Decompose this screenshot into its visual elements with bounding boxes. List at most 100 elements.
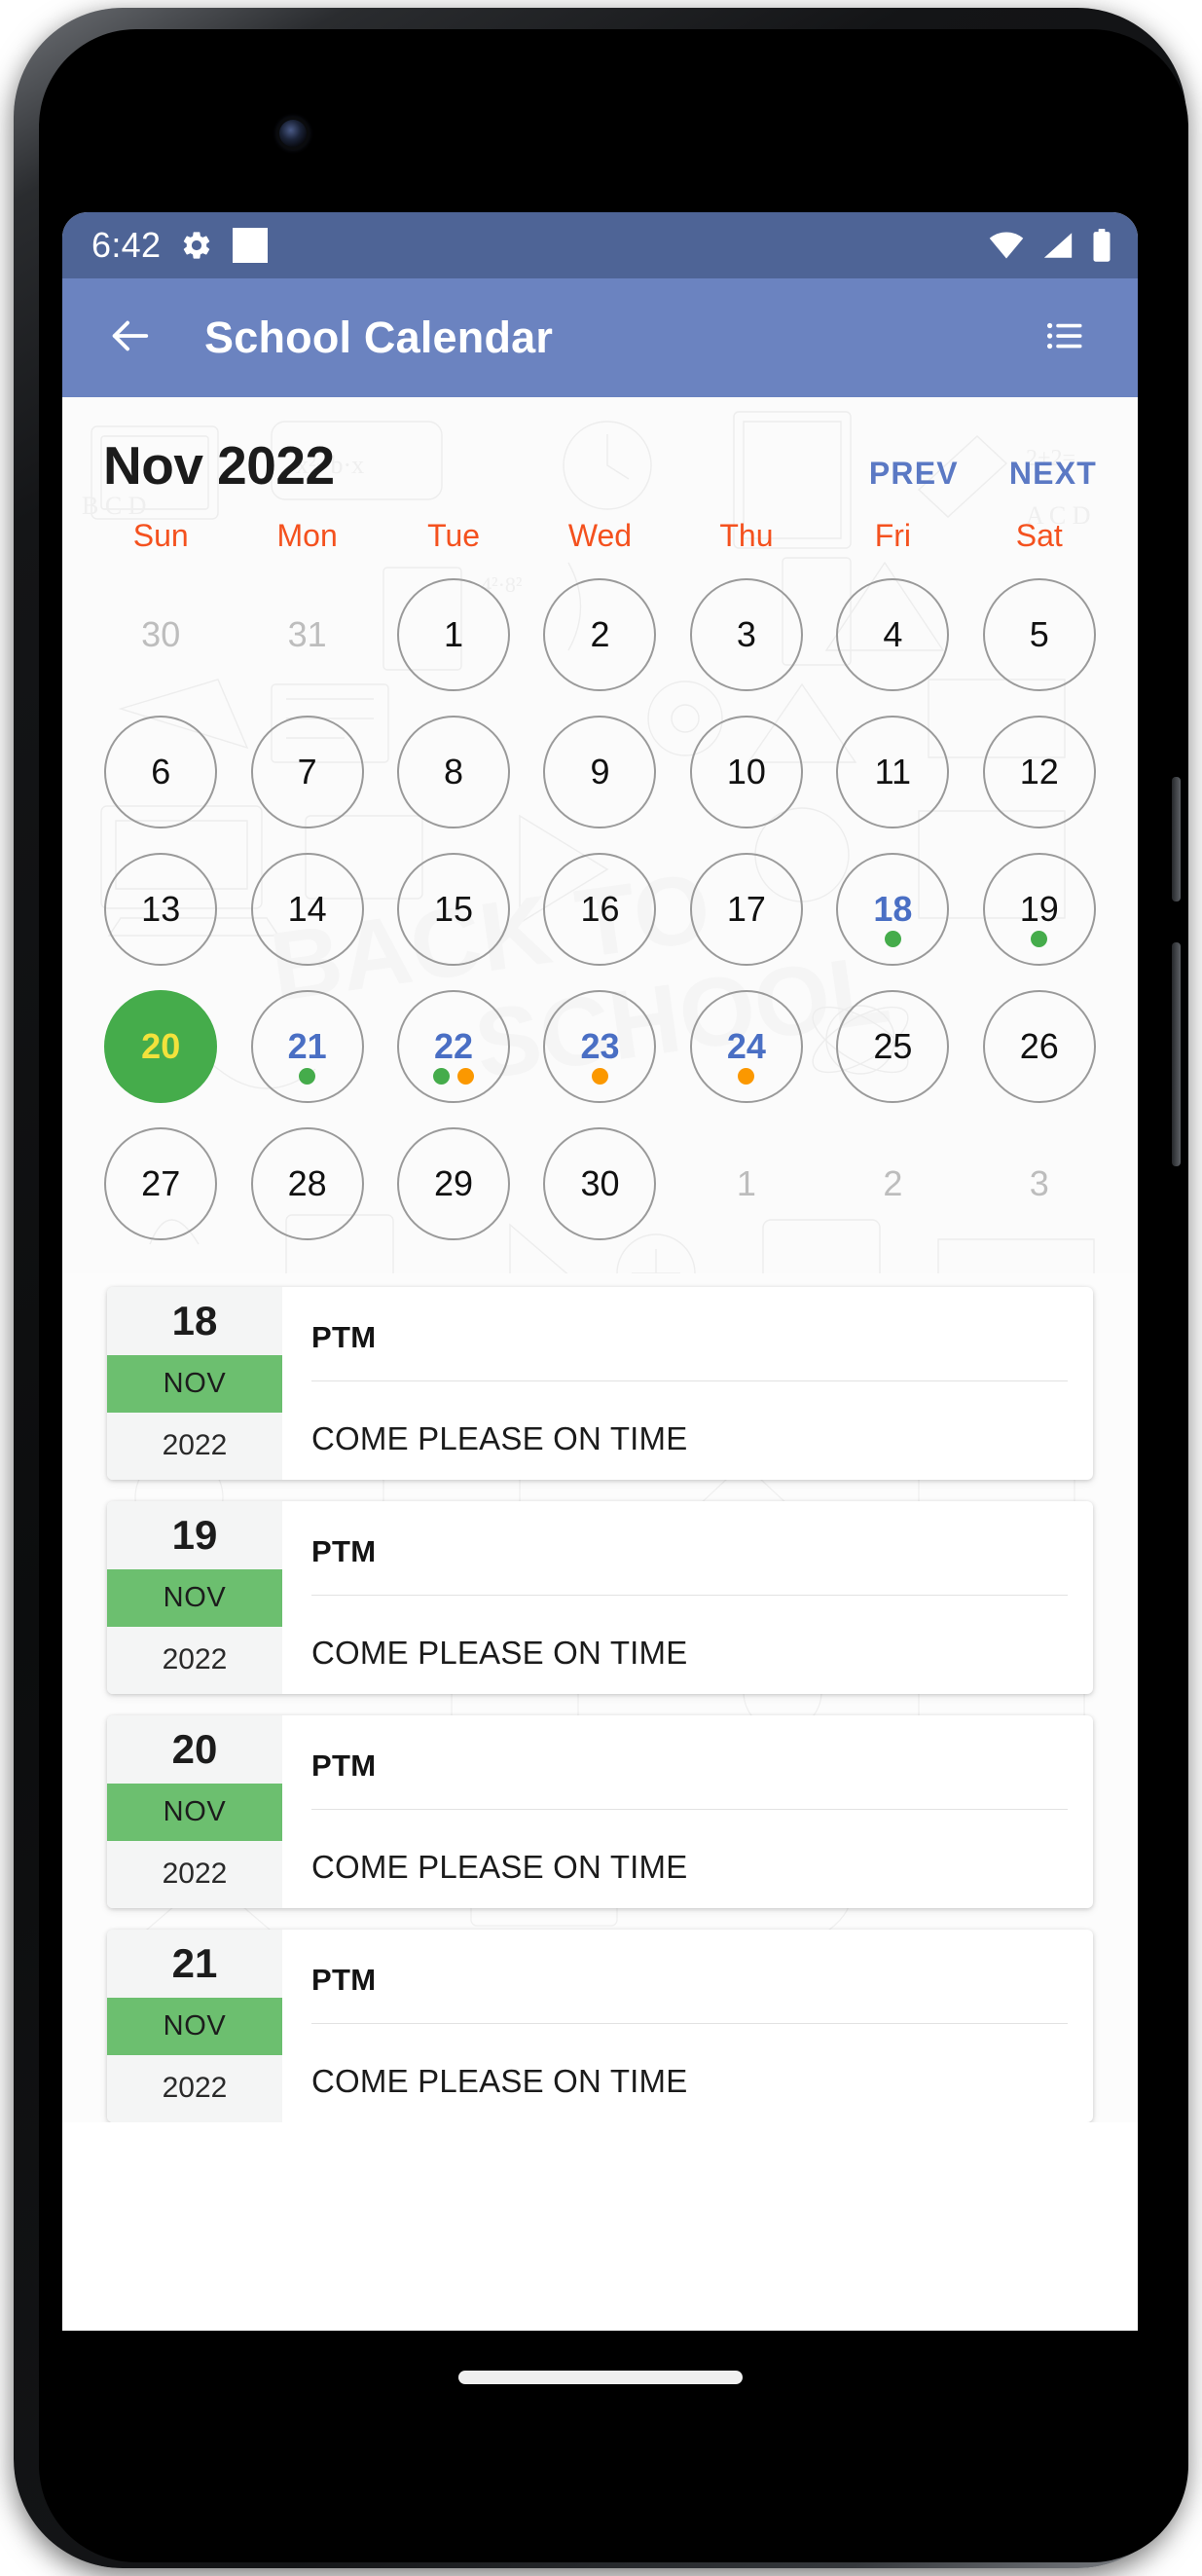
calendar-day-15[interactable]: 15 — [397, 852, 511, 966]
calendar-day-6[interactable]: 6 — [104, 715, 218, 828]
calendar-day-3[interactable]: 3 — [689, 577, 803, 691]
back-button[interactable] — [91, 300, 167, 376]
event-card[interactable]: 20 NOV 2022 PTM COME PLEASE ON TIME — [107, 1715, 1093, 1908]
event-dot-green — [884, 930, 901, 947]
calendar-day-17[interactable]: 17 — [689, 852, 803, 966]
calendar-day-10[interactable]: 10 — [689, 715, 803, 828]
weekday-sun: Sun — [132, 518, 189, 553]
event-card[interactable]: 21 NOV 2022 PTM COME PLEASE ON TIME — [107, 1930, 1093, 2122]
calendar-day-cell: 10 — [674, 703, 820, 840]
event-year: 2022 — [162, 1858, 228, 1891]
event-dot-green — [299, 1067, 316, 1085]
calendar-day-2-outside: 2 — [836, 1127, 949, 1240]
prev-month-button[interactable]: PREV — [869, 456, 959, 492]
day-number: 6 — [151, 751, 171, 791]
event-description: COME PLEASE ON TIME — [311, 2063, 688, 2099]
calendar-day-12[interactable]: 12 — [982, 715, 1096, 828]
calendar-day-cell: 12 — [966, 703, 1112, 840]
calendar-day-18[interactable]: 18 — [836, 852, 950, 966]
event-dot-row — [253, 1067, 362, 1085]
calendar-day-14[interactable]: 14 — [250, 852, 364, 966]
notification-square-icon — [233, 228, 269, 263]
event-year: 2022 — [162, 1643, 228, 1676]
calendar-day-28[interactable]: 28 — [250, 1126, 364, 1240]
calendar-day-19[interactable]: 19 — [982, 852, 1096, 966]
event-dot-green — [1031, 930, 1048, 947]
event-body: PTM COME PLEASE ON TIME — [282, 1287, 1093, 1480]
calendar-day-22[interactable]: 22 — [397, 989, 511, 1103]
day-number: 1 — [736, 1162, 756, 1203]
calendar-day-cell: 30 — [527, 1115, 673, 1252]
calendar-day-26[interactable]: 26 — [982, 989, 1096, 1103]
calendar-day-5[interactable]: 5 — [982, 577, 1096, 691]
calendar-day-cell: 3 — [966, 1115, 1112, 1252]
day-number: 2 — [883, 1162, 903, 1203]
calendar-day-grid: 30 31 1 2 3 4 5 6 7 8 9 10 11 12 13 14 15 16 17 18 19 20 21 22 2… — [62, 566, 1138, 1252]
event-card[interactable]: 18 NOV 2022 PTM COME PLEASE ON TIME — [107, 1287, 1093, 1480]
volume-button[interactable] — [1172, 942, 1181, 1166]
back-arrow-icon — [107, 313, 152, 363]
calendar-day-13[interactable]: 13 — [104, 852, 218, 966]
month-label: Nov 2022 — [103, 435, 335, 496]
day-number: 3 — [736, 613, 756, 654]
list-menu-button[interactable] — [1031, 304, 1099, 372]
weekday-mon: Mon — [276, 518, 338, 553]
weekday-header-row: Sun Mon Tue Wed Thu Fri Sat — [62, 510, 1138, 566]
calendar-day-11[interactable]: 11 — [836, 715, 950, 828]
calendar-day-cell: 23 — [527, 977, 673, 1115]
calendar-day-2[interactable]: 2 — [543, 577, 657, 691]
calendar-day-1-outside: 1 — [690, 1127, 803, 1240]
day-number: 12 — [1019, 751, 1059, 791]
calendar-day-27[interactable]: 27 — [104, 1126, 218, 1240]
calendar-day-24[interactable]: 24 — [689, 989, 803, 1103]
day-number: 10 — [726, 751, 766, 791]
calendar-day-cell: 31 — [234, 566, 380, 703]
calendar-day-cell: 16 — [527, 840, 673, 977]
calendar-day-21[interactable]: 21 — [250, 989, 364, 1103]
status-bar-left: 6:42 — [91, 225, 269, 266]
calendar-day-29[interactable]: 29 — [397, 1126, 511, 1240]
power-button[interactable] — [1172, 777, 1181, 902]
status-time: 6:42 — [91, 225, 162, 265]
event-body: PTM COME PLEASE ON TIME — [282, 1501, 1093, 1694]
day-number: 26 — [1019, 1025, 1059, 1066]
event-month: NOV — [107, 1354, 282, 1413]
day-number: 29 — [434, 1162, 474, 1203]
calendar-day-1[interactable]: 1 — [397, 577, 511, 691]
event-list: 18 NOV 2022 PTM COME PLEASE ON TIME 19 NOV 2022… — [62, 1273, 1138, 2122]
event-body: PTM COME PLEASE ON TIME — [282, 1715, 1093, 1908]
calendar-day-4[interactable]: 4 — [836, 577, 950, 691]
calendar-day-9[interactable]: 9 — [543, 715, 657, 828]
event-card[interactable]: 19 NOV 2022 PTM COME PLEASE ON TIME — [107, 1501, 1093, 1694]
event-day: 20 — [171, 1725, 218, 1772]
day-number: 5 — [1029, 613, 1049, 654]
event-month: NOV — [107, 1568, 282, 1627]
calendar-day-7[interactable]: 7 — [250, 715, 364, 828]
calendar-day-25[interactable]: 25 — [836, 989, 950, 1103]
calendar-day-20[interactable]: 20 — [104, 989, 218, 1103]
calendar-day-cell: 4 — [820, 566, 965, 703]
event-dot-row — [838, 930, 947, 947]
home-gesture-pill[interactable] — [457, 2371, 743, 2384]
calendar-day-cell: 27 — [88, 1115, 234, 1252]
next-month-button[interactable]: NEXT — [1009, 456, 1097, 492]
day-number: 28 — [287, 1162, 327, 1203]
calendar-day-cell: 29 — [381, 1115, 527, 1252]
calendar-day-23[interactable]: 23 — [543, 989, 657, 1103]
calendar-day-16[interactable]: 16 — [543, 852, 657, 966]
weekday-wed: Wed — [567, 518, 633, 553]
cellular-signal-icon — [1041, 231, 1075, 260]
event-month: NOV — [107, 1997, 282, 2055]
day-number: 23 — [580, 1025, 620, 1066]
event-dot-row — [545, 1067, 654, 1085]
day-number: 11 — [874, 751, 912, 791]
day-number: 19 — [1019, 888, 1059, 929]
day-number: 13 — [141, 888, 181, 929]
calendar-day-cell: 30 — [88, 566, 234, 703]
calendar-day-30[interactable]: 30 — [543, 1126, 657, 1240]
calendar-day-cell: 15 — [381, 840, 527, 977]
calendar-day-cell: 3 — [674, 566, 820, 703]
calendar-day-8[interactable]: 8 — [397, 715, 511, 828]
event-title: PTM — [311, 1930, 1068, 2024]
event-day: 21 — [171, 1939, 218, 1986]
